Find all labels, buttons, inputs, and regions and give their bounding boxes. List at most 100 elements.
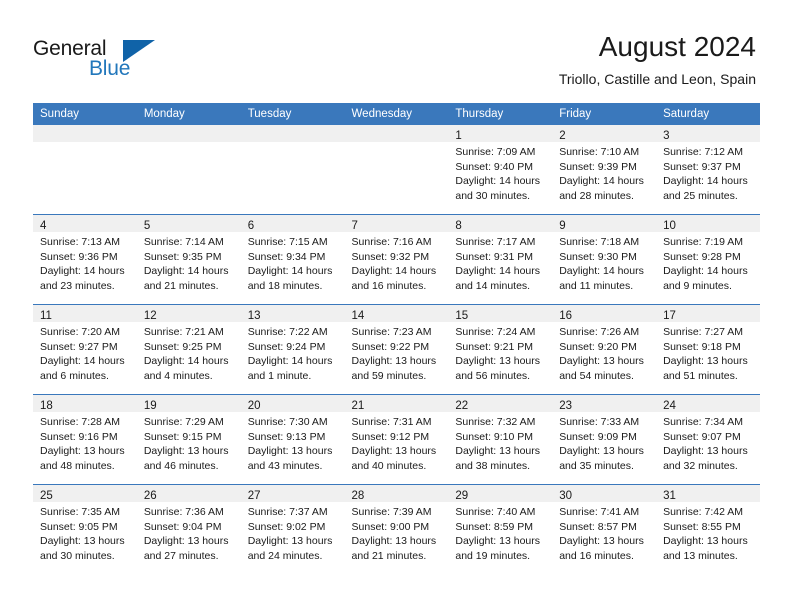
daylight-text-line2: and 30 minutes.	[455, 189, 531, 202]
weekday-header-sunday: Sunday	[33, 103, 137, 125]
day-cell[interactable]: 23 Sunrise: 7:33 AM Sunset: 9:09 PM Dayligh…	[552, 394, 657, 485]
daylight-text-line1: Daylight: 14 hours	[455, 265, 541, 278]
day-cell[interactable]: 25 Sunrise: 7:35 AM Sunset: 9:05 PM Dayligh…	[33, 484, 137, 574]
day-number: 26	[143, 490, 157, 502]
day-cell[interactable]: 11 Sunrise: 7:20 AM Sunset: 9:27 PM Dayligh…	[33, 304, 137, 395]
sunset-text: Sunset: 9:32 PM	[351, 250, 430, 263]
day-number: 3	[663, 130, 670, 142]
daylight-text-line2: and 19 minutes.	[455, 549, 531, 562]
day-cell[interactable]: 6 Sunrise: 7:15 AM Sunset: 9:34 PM Daylight…	[240, 214, 345, 305]
sunrise-text: Sunrise: 7:21 AM	[143, 326, 224, 338]
day-cell[interactable]: 9 Sunrise: 7:18 AM Sunset: 9:30 PM Daylight…	[552, 214, 657, 305]
sunset-text: Sunset: 9:09 PM	[559, 430, 637, 443]
sunrise-text: Sunrise: 7:30 AM	[247, 416, 328, 428]
sunset-text: Sunset: 9:28 PM	[663, 250, 741, 263]
sunrise-text: Sunrise: 7:14 AM	[143, 236, 224, 248]
general-blue-logo[interactable]: General Blue	[33, 37, 213, 87]
day-cell[interactable]: 10 Sunrise: 7:19 AM Sunset: 9:28 PM Dayligh…	[656, 214, 760, 305]
daylight-text-line1: Daylight: 13 hours	[247, 445, 333, 458]
day-cell[interactable]: 7 Sunrise: 7:16 AM Sunset: 9:32 PM Daylight…	[344, 214, 449, 305]
sunrise-text: Sunrise: 7:34 AM	[663, 416, 744, 428]
daylight-text-line2: and 38 minutes.	[455, 459, 531, 472]
page-subtitle: Triollo, Castille and Leon, Spain	[558, 71, 756, 87]
daylight-text-line2: and 1 minute.	[247, 369, 312, 382]
day-cell[interactable]	[344, 125, 449, 215]
day-cell[interactable]: 28 Sunrise: 7:39 AM Sunset: 9:00 PM Dayligh…	[344, 484, 449, 574]
daylight-text-line1: Daylight: 14 hours	[663, 175, 748, 188]
sunset-text: Sunset: 9:22 PM	[351, 340, 430, 353]
daylight-text-line2: and 4 minutes.	[143, 369, 213, 382]
daylight-text-line1: Daylight: 13 hours	[143, 445, 229, 458]
day-cell[interactable]: 2 Sunrise: 7:10 AM Sunset: 9:39 PM Daylight…	[552, 125, 657, 215]
daylight-text-line1: Daylight: 14 hours	[143, 265, 229, 278]
daylight-text-line1: Daylight: 13 hours	[455, 445, 541, 458]
sunset-text: Sunset: 8:55 PM	[663, 520, 741, 533]
day-cell[interactable]	[240, 125, 345, 215]
sunrise-text: Sunrise: 7:19 AM	[663, 236, 744, 248]
daylight-text-line2: and 23 minutes.	[40, 279, 115, 292]
daylight-text-line2: and 27 minutes.	[143, 549, 219, 562]
sunrise-text: Sunrise: 7:20 AM	[40, 326, 120, 338]
day-cell[interactable]: 31 Sunrise: 7:42 AM Sunset: 8:55 PM Dayligh…	[656, 484, 760, 574]
daylight-text-line2: and 6 minutes.	[40, 369, 109, 382]
day-cell[interactable]: 18 Sunrise: 7:28 AM Sunset: 9:16 PM Dayligh…	[33, 394, 137, 485]
day-cell[interactable]: 16 Sunrise: 7:26 AM Sunset: 9:20 PM Dayligh…	[552, 304, 657, 395]
daylight-text-line2: and 13 minutes.	[663, 549, 738, 562]
sunrise-text: Sunrise: 7:35 AM	[40, 506, 120, 518]
day-number: 19	[143, 400, 157, 412]
sunset-text: Sunset: 9:16 PM	[40, 430, 118, 443]
sunrise-text: Sunrise: 7:26 AM	[559, 326, 640, 338]
weekday-header-tuesday: Tuesday	[240, 103, 345, 125]
week-row: 1 Sunrise: 7:09 AM Sunset: 9:40 PM Daylight…	[33, 125, 760, 215]
sunset-text: Sunset: 9:31 PM	[455, 250, 534, 263]
week-row: 4 Sunrise: 7:13 AM Sunset: 9:36 PM Daylight…	[33, 214, 760, 305]
day-cell[interactable]: 15 Sunrise: 7:24 AM Sunset: 9:21 PM Dayligh…	[448, 304, 553, 395]
day-cell[interactable]: 26 Sunrise: 7:36 AM Sunset: 9:04 PM Dayligh…	[136, 484, 241, 574]
day-cell[interactable]: 20 Sunrise: 7:30 AM Sunset: 9:13 PM Dayligh…	[240, 394, 345, 485]
day-number: 22	[455, 400, 469, 412]
sunrise-text: Sunrise: 7:37 AM	[247, 506, 328, 518]
day-cell[interactable]: 27 Sunrise: 7:37 AM Sunset: 9:02 PM Dayligh…	[240, 484, 345, 574]
day-cell[interactable]: 22 Sunrise: 7:32 AM Sunset: 9:10 PM Dayligh…	[448, 394, 553, 485]
day-cell[interactable]: 4 Sunrise: 7:13 AM Sunset: 9:36 PM Daylight…	[33, 214, 137, 305]
day-number: 18	[40, 400, 53, 412]
day-number: 20	[247, 400, 261, 412]
day-cell[interactable]: 12 Sunrise: 7:21 AM Sunset: 9:25 PM Dayligh…	[136, 304, 241, 395]
day-cell[interactable]	[136, 125, 241, 215]
day-cell[interactable]: 1 Sunrise: 7:09 AM Sunset: 9:40 PM Daylight…	[448, 125, 553, 215]
day-cell[interactable]: 8 Sunrise: 7:17 AM Sunset: 9:31 PM Daylight…	[448, 214, 553, 305]
day-cell[interactable]: 14 Sunrise: 7:23 AM Sunset: 9:22 PM Dayligh…	[344, 304, 449, 395]
sunset-text: Sunset: 9:00 PM	[351, 520, 430, 533]
sunrise-text: Sunrise: 7:18 AM	[559, 236, 640, 248]
day-cell[interactable]: 29 Sunrise: 7:40 AM Sunset: 8:59 PM Dayligh…	[448, 484, 553, 574]
weekday-header-row: Sunday Monday Tuesday Wednesday Thursday…	[33, 103, 760, 125]
day-cell[interactable]	[33, 125, 137, 215]
sunrise-text: Sunrise: 7:33 AM	[559, 416, 640, 428]
daylight-text-line2: and 16 minutes.	[351, 279, 427, 292]
day-cell[interactable]: 21 Sunrise: 7:31 AM Sunset: 9:12 PM Dayligh…	[344, 394, 449, 485]
daylight-text-line1: Daylight: 14 hours	[559, 265, 644, 278]
daylight-text-line1: Daylight: 13 hours	[455, 535, 541, 548]
page-header: General Blue August 2024 Triollo, Castil…	[0, 0, 792, 103]
daylight-text-line1: Daylight: 14 hours	[247, 265, 333, 278]
day-cell[interactable]: 5 Sunrise: 7:14 AM Sunset: 9:35 PM Daylight…	[136, 214, 241, 305]
day-cell[interactable]: 13 Sunrise: 7:22 AM Sunset: 9:24 PM Dayligh…	[240, 304, 345, 395]
calendar-body: 1 Sunrise: 7:09 AM Sunset: 9:40 PM Daylight…	[33, 125, 760, 574]
day-cell[interactable]: 30 Sunrise: 7:41 AM Sunset: 8:57 PM Dayligh…	[552, 484, 657, 574]
day-number: 2	[559, 130, 566, 142]
day-cell[interactable]: 17 Sunrise: 7:27 AM Sunset: 9:18 PM Dayligh…	[656, 304, 760, 395]
daylight-text-line2: and 21 minutes.	[143, 279, 219, 292]
day-number: 21	[351, 400, 365, 412]
daylight-text-line1: Daylight: 13 hours	[40, 445, 125, 458]
daylight-text-line2: and 35 minutes.	[559, 459, 634, 472]
daylight-text-line2: and 18 minutes.	[247, 279, 323, 292]
week-row: 25 Sunrise: 7:35 AM Sunset: 9:05 PM Dayligh…	[33, 484, 760, 574]
sunset-text: Sunset: 9:39 PM	[559, 160, 637, 173]
day-cell[interactable]: 19 Sunrise: 7:29 AM Sunset: 9:15 PM Dayligh…	[136, 394, 241, 485]
day-number: 9	[559, 220, 566, 232]
day-cell[interactable]: 24 Sunrise: 7:34 AM Sunset: 9:07 PM Dayligh…	[656, 394, 760, 485]
sunrise-text: Sunrise: 7:42 AM	[663, 506, 744, 518]
sunset-text: Sunset: 9:12 PM	[351, 430, 430, 443]
sunset-text: Sunset: 9:30 PM	[559, 250, 637, 263]
day-cell[interactable]: 3 Sunrise: 7:12 AM Sunset: 9:37 PM Daylight…	[656, 125, 760, 215]
